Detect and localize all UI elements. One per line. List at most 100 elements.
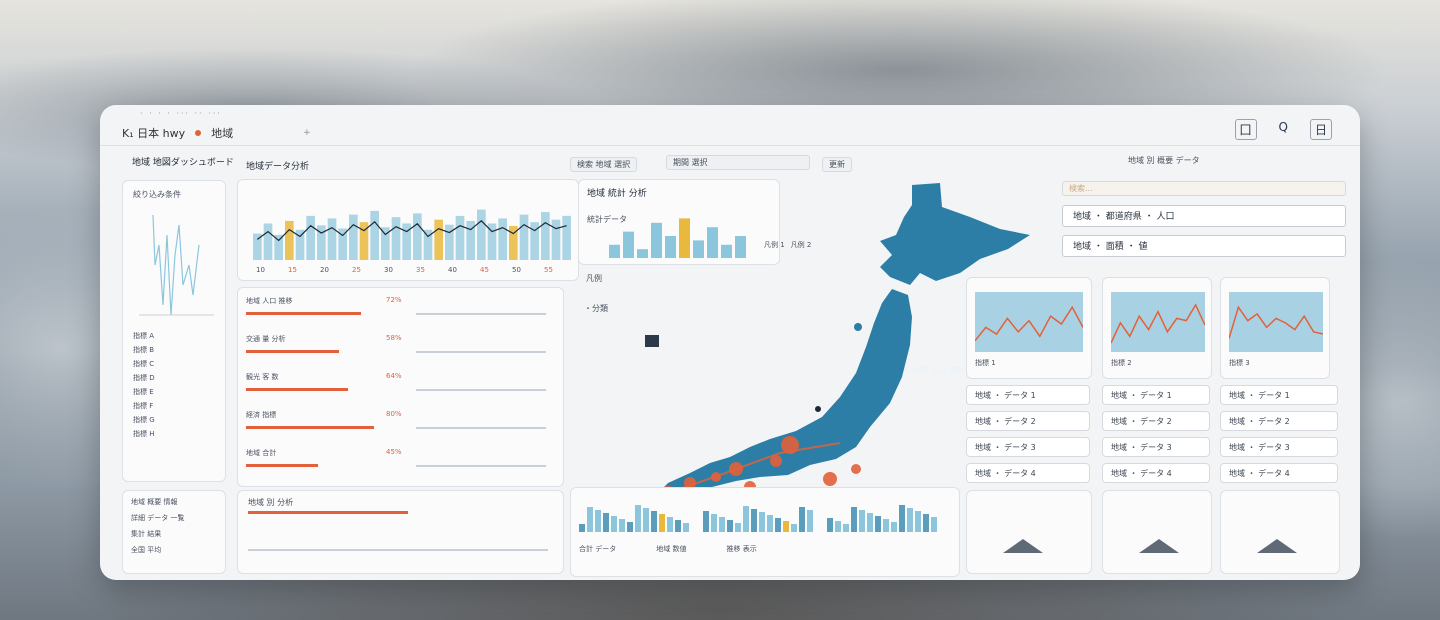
sidebar-item[interactable]: 指標 B bbox=[133, 345, 218, 355]
right-row-button[interactable]: 地域 ・ データ 2 bbox=[1220, 411, 1338, 431]
bottom-bar bbox=[875, 516, 881, 532]
right-row-button[interactable]: 地域 ・ データ 4 bbox=[966, 463, 1090, 483]
sidebar-item[interactable]: 指標 F bbox=[133, 401, 218, 411]
bottom-bar bbox=[899, 505, 905, 532]
right-row-button[interactable]: 地域 ・ データ 1 bbox=[1220, 385, 1338, 405]
window-icon[interactable]: 囗 bbox=[1234, 119, 1257, 140]
right-row-button[interactable]: 地域 ・ データ 3 bbox=[1220, 437, 1338, 457]
bottom-bar bbox=[923, 514, 929, 532]
map-region-label: 地域 人口 DB bbox=[912, 366, 961, 375]
bottom-bar bbox=[759, 512, 765, 532]
bottom-bar bbox=[791, 524, 797, 532]
bottom-bar bbox=[783, 521, 789, 532]
data-row-label: 地域 合計 bbox=[246, 449, 277, 457]
honshu-region bbox=[656, 289, 912, 499]
bottom-bar bbox=[867, 513, 873, 532]
sidebar-item[interactable]: 指標 G bbox=[133, 415, 218, 425]
thumbnail-icon bbox=[1139, 539, 1179, 553]
right-row-button[interactable]: 地域 ・ データ 2 bbox=[966, 411, 1090, 431]
data-row-track bbox=[416, 351, 546, 353]
right-panel-title: 地域 別 概要 データ bbox=[1128, 156, 1200, 165]
metric-card[interactable]: 指標 3 bbox=[1220, 277, 1330, 379]
period-select[interactable]: 期間 選択 bbox=[666, 155, 810, 170]
app-title[interactable]: K₁ 日本 hwy 地域 + bbox=[122, 125, 311, 141]
thumbnail-icon bbox=[1003, 539, 1043, 553]
bottom-bar bbox=[851, 507, 857, 532]
add-tab-button[interactable]: + bbox=[303, 128, 311, 138]
metric-card-title: 指標 2 bbox=[1111, 359, 1132, 367]
map-legend-a: 凡例 bbox=[586, 274, 602, 283]
sidebar-item[interactable]: 指標 E bbox=[133, 387, 218, 397]
main-chart-card: 10 15 20 25 30 35 40 45 50 55 bbox=[237, 179, 579, 281]
sidebar-item[interactable]: 指標 D bbox=[133, 373, 218, 383]
top-bar: · · · · ··· ·· ··· K₁ 日本 hwy 地域 + 囗 Q 日 bbox=[100, 105, 1360, 146]
map-legend-b: ・分類 bbox=[584, 304, 608, 313]
bottom-bar bbox=[603, 513, 609, 532]
left-bottom-line: 地域 概要 情報 bbox=[131, 498, 178, 506]
bottom-bar bbox=[667, 517, 673, 532]
left-sidebar-title: 地域 地図ダッシュボード bbox=[132, 158, 234, 168]
right-row-button[interactable]: 地域 ・ データ 4 bbox=[1220, 463, 1338, 483]
bottom-bar bbox=[843, 524, 849, 532]
left-bottom-chart: 地域 別 分析 bbox=[237, 490, 564, 574]
data-row[interactable]: 地域 人口 推移 72% bbox=[246, 294, 556, 332]
bottom-bar-charts bbox=[579, 505, 937, 532]
right-bottom-card bbox=[966, 490, 1092, 574]
bottom-bar bbox=[735, 523, 741, 532]
search-icon[interactable]: Q bbox=[1275, 119, 1292, 140]
bottom-footer-label: 合計 データ bbox=[579, 545, 617, 553]
main-chart: 10 15 20 25 30 35 40 45 50 55 bbox=[253, 209, 571, 274]
data-row-value: 64% bbox=[386, 372, 402, 380]
bottom-bar bbox=[595, 510, 601, 532]
data-row[interactable]: 地域 合計 45% bbox=[246, 446, 556, 484]
metric-card-chart bbox=[975, 292, 1083, 352]
data-row-track bbox=[416, 427, 546, 429]
left-bottom-line: 集計 結果 bbox=[131, 530, 162, 538]
bottom-bar bbox=[799, 507, 805, 532]
bottom-bar bbox=[675, 520, 681, 532]
right-row-button[interactable]: 地域 ・ データ 4 bbox=[1102, 463, 1210, 483]
data-row-label: 交通 量 分析 bbox=[246, 335, 286, 343]
right-search-input[interactable]: 検索... bbox=[1062, 181, 1346, 196]
data-row[interactable]: 交通 量 分析 58% bbox=[246, 332, 556, 370]
region-search-field[interactable]: 検索 地域 選択 bbox=[570, 157, 638, 172]
sidebar-item[interactable]: 指標 A bbox=[133, 331, 218, 341]
data-row[interactable]: 経済 指標 80% bbox=[246, 408, 556, 446]
thumbnail-icon bbox=[1257, 539, 1297, 553]
right-row-a[interactable]: 地域 ・ 都道府県 ・ 人口 bbox=[1062, 205, 1346, 227]
bottom-bar bbox=[719, 517, 725, 532]
metric-card-line bbox=[1111, 303, 1205, 344]
main-chart-bar bbox=[391, 217, 401, 260]
sidebar-item[interactable]: 指標 H bbox=[133, 429, 218, 439]
sidebar-item[interactable]: 指標 C bbox=[133, 359, 218, 369]
metric-card-line bbox=[975, 305, 1083, 342]
bottom-bar bbox=[711, 514, 717, 532]
data-row-bar bbox=[246, 426, 374, 429]
right-row-button[interactable]: 地域 ・ データ 2 bbox=[1102, 411, 1210, 431]
x-tick-label: 30 bbox=[384, 266, 393, 274]
bottom-bar bbox=[579, 524, 585, 532]
right-row-button[interactable]: 地域 ・ データ 1 bbox=[1102, 385, 1210, 405]
bottom-bar bbox=[683, 523, 689, 532]
metric-card[interactable]: 指標 1 bbox=[966, 277, 1092, 379]
bottom-bar bbox=[891, 522, 897, 532]
bottom-bar bbox=[727, 520, 733, 532]
data-row[interactable]: 観光 客 数 64% bbox=[246, 370, 556, 408]
left-rows-card: 地域 人口 推移 72% 交通 量 分析 58% 観光 客 数 64% 経済 指標 80% 地域… bbox=[237, 287, 564, 487]
right-row-button[interactable]: 地域 ・ データ 1 bbox=[966, 385, 1090, 405]
right-row-b[interactable]: 地域 ・ 面積 ・ 値 bbox=[1062, 235, 1346, 257]
calendar-icon[interactable]: 日 bbox=[1309, 119, 1332, 140]
right-row-button[interactable]: 地域 ・ データ 3 bbox=[1102, 437, 1210, 457]
bottom-bar bbox=[827, 518, 833, 532]
left-sidebar: 絞り込み条件 指標 A 指標 B 指標 C 指標 D 指標 E 指標 F 指標 G 指標 H bbox=[122, 180, 226, 482]
main-chart-bar bbox=[349, 214, 358, 260]
metric-card[interactable]: 指標 2 bbox=[1102, 277, 1212, 379]
bottom-bar bbox=[835, 521, 841, 532]
bottom-bar bbox=[643, 508, 649, 532]
data-row-value: 58% bbox=[386, 334, 402, 342]
bottom-bar bbox=[883, 519, 889, 532]
bottom-divider bbox=[248, 549, 548, 551]
right-row-button[interactable]: 地域 ・ データ 3 bbox=[966, 437, 1090, 457]
left-bottom-card: 地域 概要 情報 詳細 データ 一覧 集計 結果 全国 平均 bbox=[122, 490, 226, 574]
refresh-button[interactable]: 更新 bbox=[822, 157, 852, 172]
